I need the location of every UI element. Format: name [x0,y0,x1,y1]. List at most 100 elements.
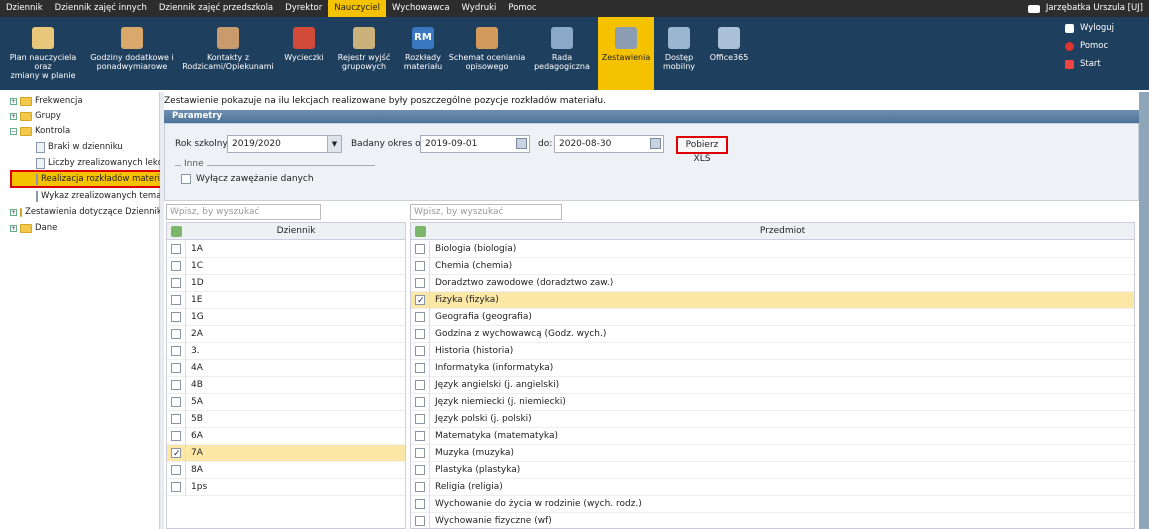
calendar-picker-icon[interactable] [650,138,661,149]
logout-link[interactable]: Wyloguj [1049,21,1149,35]
subject-row[interactable]: Język angielski (j. angielski) [411,377,1134,394]
subject-row-checkbox[interactable] [415,329,425,339]
journal-row-checkbox[interactable] [171,446,181,463]
ribbon-mobilny-button[interactable]: Dostęp mobilny [654,17,704,90]
subject-row[interactable]: Fizyka (fizyka) [411,292,1134,310]
journal-row-checkbox[interactable] [171,261,181,271]
journal-row[interactable]: 7A [167,445,405,463]
subject-row-checkbox[interactable] [415,516,425,526]
subject-row-checkbox[interactable] [415,448,425,458]
subject-row-checkbox[interactable] [415,244,425,254]
journal-row[interactable]: 1G [167,309,405,326]
journal-row[interactable]: 6A [167,428,405,445]
subject-row-checkbox[interactable] [415,363,425,373]
journal-row-checkbox[interactable] [171,431,181,441]
subject-row-checkbox[interactable] [415,293,425,310]
subject-row[interactable]: Wychowanie fizyczne (wf) [411,513,1134,528]
menu-dziennik-przedszkola[interactable]: Dziennik zajęć przedszkola [153,0,279,17]
calendar-picker-icon[interactable] [516,138,527,149]
tree-item-dane[interactable]: + Dane [10,221,57,235]
ribbon-plan-button[interactable]: Plan nauczyciela oraz zmiany w planie [0,17,86,90]
help-link[interactable]: Pomoc [1049,39,1149,53]
subject-row[interactable]: Godzina z wychowawcą (Godz. wych.) [411,326,1134,343]
collapse-icon[interactable]: − [10,127,17,135]
tree-item-frekwencja[interactable]: + Frekwencja [10,94,83,108]
menu-wydruki[interactable]: Wydruki [456,0,503,17]
subject-row-checkbox[interactable] [415,261,425,271]
journal-row[interactable]: 4A [167,360,405,377]
subject-row[interactable]: Religia (religia) [411,479,1134,496]
subject-row[interactable]: Chemia (chemia) [411,258,1134,275]
journal-row[interactable]: 4B [167,377,405,394]
journal-row-checkbox[interactable] [171,363,181,373]
ribbon-kontakty-button[interactable]: Kontakty z Rodzicami/Opiekunami [178,17,278,90]
journal-row[interactable]: 8A [167,462,405,479]
journal-row-checkbox[interactable] [171,329,181,339]
subject-search-input[interactable]: Wpisz, by wyszukać [410,204,562,220]
expand-icon[interactable]: + [10,224,17,232]
subject-row[interactable]: Wychowanie do życia w rodzinie (wych. ro… [411,496,1134,513]
subject-row[interactable]: Informatyka (informatyka) [411,360,1134,377]
subject-row[interactable]: Doradztwo zawodowe (doradztwo zaw.) [411,275,1134,292]
start-link[interactable]: Start [1049,57,1149,71]
subject-row[interactable]: Język niemiecki (j. niemiecki) [411,394,1134,411]
subject-row-checkbox[interactable] [415,278,425,288]
menu-wychowawca[interactable]: Wychowawca [386,0,456,17]
journal-row-checkbox[interactable] [171,482,181,492]
tree-item-zestawienia[interactable]: + Zestawienia dotyczące Dzienników [10,205,160,219]
chevron-down-icon[interactable]: ▼ [327,136,341,152]
menu-nauczyciel[interactable]: Nauczyciel [328,0,386,17]
journal-row[interactable]: 1D [167,275,405,292]
subject-row-checkbox[interactable] [415,465,425,475]
ribbon-rejestr-button[interactable]: Rejestr wyjść grupowych [330,17,398,90]
journal-search-input[interactable]: Wpisz, by wyszukać [166,204,321,220]
download-xls-button[interactable]: Pobierz XLS [676,136,728,164]
subject-row-checkbox[interactable] [415,346,425,356]
menu-dyrektor[interactable]: Dyrektor [279,0,328,17]
journal-row-checkbox[interactable] [171,346,181,356]
subject-row-checkbox[interactable] [415,414,425,424]
journal-row-checkbox[interactable] [171,465,181,475]
tree-item-liczby[interactable]: Liczby zrealizowanych lekcji [36,156,167,170]
journal-row-checkbox[interactable] [171,397,181,407]
journal-row[interactable]: 1C [167,258,405,275]
journal-row[interactable]: 1A [167,241,405,258]
subject-row-checkbox[interactable] [415,397,425,407]
journal-row[interactable]: 1E [167,292,405,309]
tree-item-realizacja[interactable]: Realizacja rozkładów materiału [10,170,162,188]
tree-item-grupy[interactable]: + Grupy [10,109,61,123]
subject-row[interactable]: Historia (historia) [411,343,1134,360]
date-to-field[interactable]: 2020-08-30 [554,135,664,153]
subject-row-checkbox[interactable] [415,380,425,390]
tree-item-wykaz[interactable]: Wykaz zrealizowanych tematów [36,189,160,203]
right-collapse-panel[interactable] [1139,92,1149,529]
message-icon[interactable] [1027,4,1040,13]
select-all-icon[interactable] [171,226,182,237]
menu-dziennik-innych[interactable]: Dziennik zajęć innych [49,0,153,17]
ribbon-godziny-button[interactable]: Godziny dodatkowe i ponadwymiarowe [86,17,178,90]
subject-row[interactable]: Biologia (biologia) [411,241,1134,258]
menu-pomoc[interactable]: Pomoc [502,0,542,17]
expand-icon[interactable]: + [10,97,17,105]
ribbon-rozklady-button[interactable]: RM Rozkłady materiału [398,17,448,90]
ribbon-rada-button[interactable]: Rada pedagogiczna [526,17,598,90]
date-from-field[interactable]: 2019-09-01 [420,135,530,153]
journal-row[interactable]: 1ps [167,479,405,496]
year-select[interactable]: 2019/2020 ▼ [227,135,342,153]
subject-row[interactable]: Muzyka (muzyka) [411,445,1134,462]
ribbon-office-button[interactable]: Office365 [704,17,754,90]
tree-item-braki[interactable]: Braki w dzienniku [36,140,123,154]
journal-row[interactable]: 5A [167,394,405,411]
journal-row-checkbox[interactable] [171,278,181,288]
journal-row-checkbox[interactable] [171,312,181,322]
ribbon-wycieczki-button[interactable]: Wycieczki [278,17,330,90]
subject-row-checkbox[interactable] [415,431,425,441]
menu-dziennik[interactable]: Dziennik [0,0,49,17]
select-all-icon[interactable] [415,226,426,237]
subject-row[interactable]: Plastyka (plastyka) [411,462,1134,479]
journal-row-checkbox[interactable] [171,244,181,254]
subject-row-checkbox[interactable] [415,499,425,509]
user-name[interactable]: Jarzębatka Urszula [UJ] [1046,0,1143,17]
ribbon-zestawienia-button[interactable]: Zestawienia [598,17,654,90]
journal-row[interactable]: 5B [167,411,405,428]
